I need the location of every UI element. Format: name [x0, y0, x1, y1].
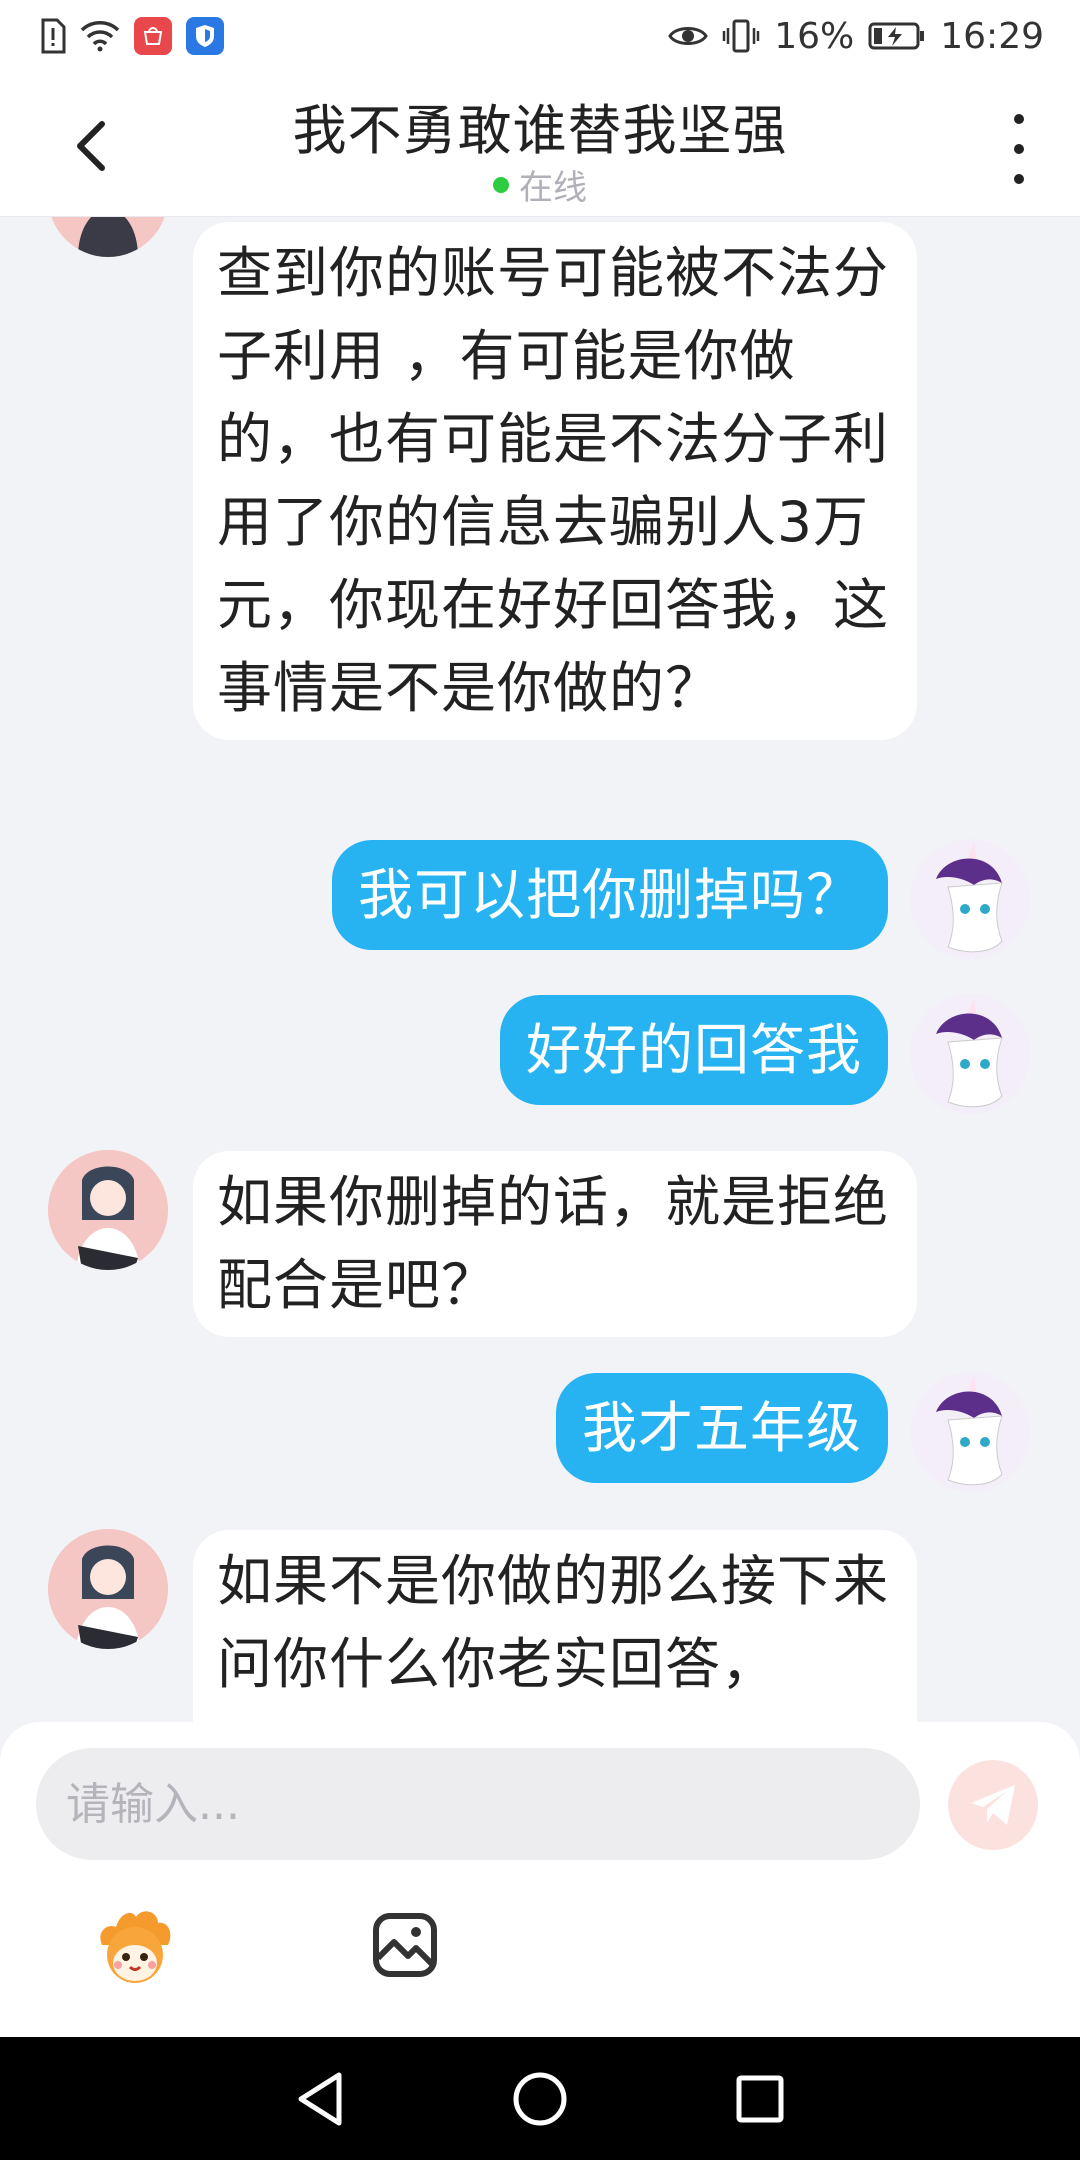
contact-avatar[interactable]	[48, 217, 168, 257]
battery-percent: 16%	[774, 15, 855, 57]
image-icon	[373, 1913, 437, 1977]
incoming-message[interactable]: 查到你的账号可能被不法分子利用 ，有可能是你做的，也有可能是不法分子利用了你的信…	[193, 222, 917, 740]
circle-home-icon	[513, 2072, 567, 2125]
online-dot-icon	[493, 176, 509, 193]
outgoing-message[interactable]: 我可以把你删掉吗？	[331, 840, 888, 950]
status-bar: 16% 16:29	[0, 0, 1080, 72]
clock: 16:29	[940, 15, 1044, 57]
nav-back-button[interactable]	[285, 2064, 355, 2134]
outgoing-message[interactable]: 好好的回答我	[499, 995, 888, 1105]
battery-charging-icon	[868, 21, 926, 51]
incoming-message[interactable]: 如果你删掉的话，就是拒绝配合是吧？	[193, 1151, 917, 1337]
contact-avatar[interactable]	[48, 1150, 168, 1270]
online-status: 在线	[0, 160, 1080, 209]
nav-recents-button[interactable]	[725, 2064, 795, 2134]
sim-alert-icon	[40, 18, 66, 54]
girl-avatar-icon	[51, 217, 165, 257]
my-avatar[interactable]	[910, 839, 1030, 959]
square-recents-icon	[736, 2075, 784, 2122]
my-avatar[interactable]	[910, 1372, 1030, 1492]
contact-avatar[interactable]	[48, 1529, 168, 1649]
more-options-button[interactable]	[1004, 114, 1034, 184]
triangle-back-icon	[298, 2072, 342, 2125]
unicorn-avatar-icon	[910, 994, 1030, 1114]
nav-home-button[interactable]	[505, 2064, 575, 2134]
my-avatar[interactable]	[910, 994, 1030, 1114]
online-status-label: 在线	[519, 168, 587, 208]
wifi-icon	[80, 20, 120, 52]
status-bar-left	[40, 17, 224, 55]
send-button[interactable]	[948, 1760, 1038, 1850]
status-bar-right: 16% 16:29	[668, 16, 1044, 57]
send-icon	[971, 1785, 1015, 1825]
message-list[interactable]: 查到你的账号可能被不法分子利用 ，有可能是你做的，也有可能是不法分子利用了你的信…	[0, 217, 1080, 1722]
dot	[1014, 144, 1024, 154]
unicorn-avatar-icon	[910, 1372, 1030, 1492]
emoji-button[interactable]	[92, 1905, 178, 1991]
dot	[1014, 174, 1024, 184]
dot	[1014, 114, 1024, 124]
message-input[interactable]	[36, 1748, 920, 1860]
system-navigation-bar	[0, 2037, 1080, 2160]
image-button[interactable]	[372, 1912, 438, 1978]
shield-app-icon	[186, 17, 224, 55]
app-store-icon	[134, 17, 172, 55]
input-panel	[0, 1722, 1080, 2037]
chat-header: 我不勇敢谁替我坚强 在线	[0, 72, 1080, 217]
vibrate-icon	[722, 18, 760, 54]
contact-name: 我不勇敢谁替我坚强	[292, 99, 788, 162]
girl-avatar-icon	[48, 1529, 168, 1649]
mascot-emoji-icon	[100, 1911, 171, 1983]
incoming-message[interactable]: 如果不是你做的那么接下来问你什么你老实回答，	[193, 1530, 917, 1722]
unicorn-avatar-icon	[910, 839, 1030, 959]
girl-avatar-icon	[48, 1150, 168, 1270]
eye-comfort-icon	[668, 22, 708, 50]
outgoing-message[interactable]: 我才五年级	[555, 1373, 888, 1483]
